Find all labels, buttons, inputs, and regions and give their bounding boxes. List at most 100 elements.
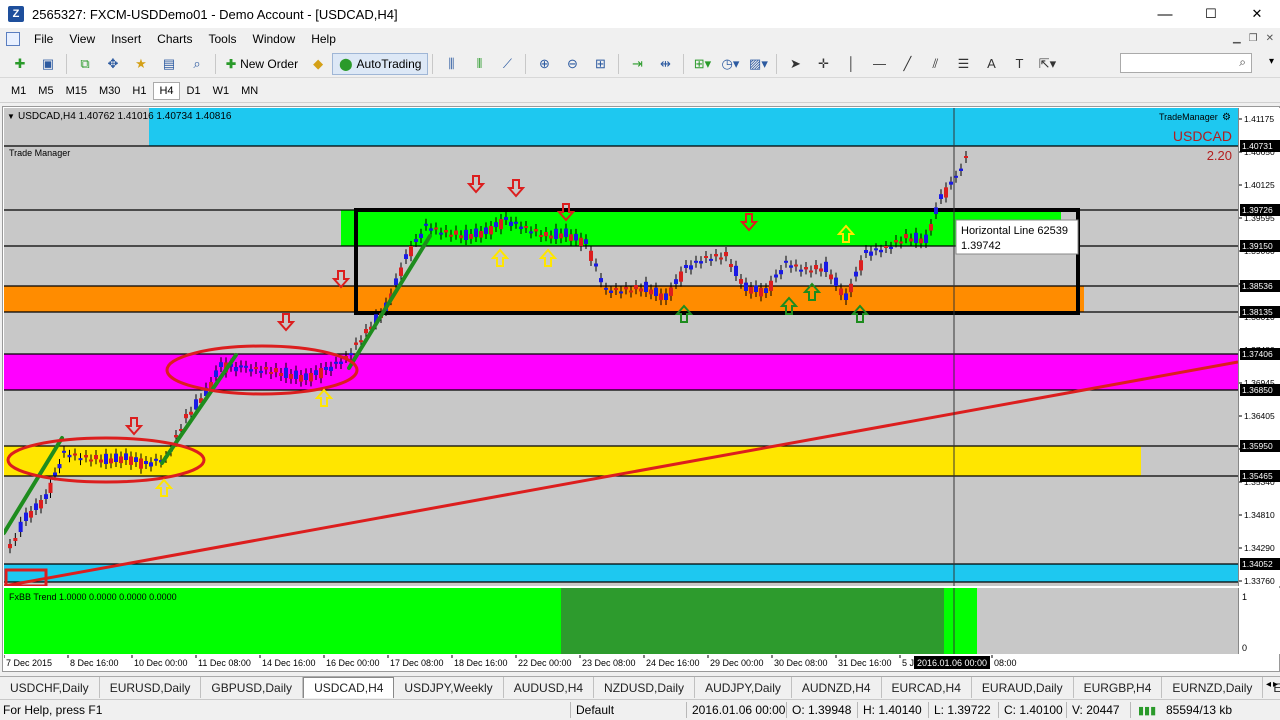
bull-candle	[619, 291, 623, 294]
bull-candle	[424, 223, 428, 226]
bull-candle	[844, 293, 848, 300]
search-icon[interactable]: ⌕	[1239, 55, 1246, 70]
symbol-tab[interactable]: USDCHF,Daily	[0, 677, 100, 698]
symbol-tab[interactable]: EURGBP,H4	[1074, 677, 1163, 698]
timeframe-d1[interactable]: D1	[182, 83, 206, 99]
bear-candle	[569, 234, 573, 241]
symbol-tab[interactable]: USDCAD,H4	[303, 677, 395, 698]
price-label-text: 1.40731	[1242, 141, 1273, 151]
menu-help[interactable]: Help	[303, 28, 344, 50]
tab-scroll-left-icon[interactable]: ◂	[1266, 679, 1271, 690]
symbol-tab[interactable]: AUDJPY,Daily	[695, 677, 792, 698]
menu-view[interactable]: View	[61, 28, 103, 50]
indicator-panel[interactable]: FxBB Trend 1.0000 0.0000 0.0000 0.0000	[4, 588, 1238, 654]
mdi-minimize-icon[interactable]: ▁	[1233, 28, 1241, 50]
symbol-tab[interactable]: NZDUSD,Daily	[594, 677, 696, 698]
bear-candle	[39, 500, 43, 509]
minimize-button[interactable]: —	[1142, 0, 1188, 28]
profiles-icon[interactable]: ▣	[37, 53, 59, 75]
timeframe-w1[interactable]: W1	[208, 83, 235, 99]
indicator-bar-green-right	[944, 588, 977, 654]
autotrading-button[interactable]: ⬤ AutoTrading	[332, 52, 429, 75]
price-chart[interactable]: ▼ USDCAD,H4 1.40762 1.41016 1.40734 1.40…	[4, 108, 1238, 586]
text-icon[interactable]: A	[980, 53, 1002, 75]
symbol-tab[interactable]: GBPUSD,Daily	[201, 677, 304, 698]
bull-candle	[154, 458, 158, 461]
symbol-tab[interactable]: USDJPY,Weekly	[394, 677, 504, 698]
navigator-icon[interactable]: ★	[130, 53, 152, 75]
metaeditor-icon[interactable]: ◆	[307, 53, 329, 75]
menu-tools[interactable]: Tools	[201, 28, 245, 50]
candlestick-icon[interactable]: ⫴	[468, 53, 490, 75]
text-label-icon[interactable]: T	[1008, 53, 1030, 75]
mdi-close-icon[interactable]: ✕	[1266, 28, 1274, 50]
bear-candle	[84, 455, 88, 458]
data-window-icon[interactable]: ✥	[102, 53, 124, 75]
new-order-button[interactable]: ✚ New Order	[220, 53, 304, 75]
bull-candle	[874, 248, 878, 251]
search-input[interactable]	[1120, 53, 1252, 73]
maximize-button[interactable]: ☐	[1188, 0, 1234, 28]
crosshair-icon[interactable]: ✛	[812, 53, 834, 75]
symbol-tab[interactable]: EURCAD,H4	[882, 677, 972, 698]
tester-icon[interactable]: ⌕	[186, 53, 208, 75]
tile-windows-icon[interactable]: ⊞	[589, 53, 611, 75]
menu-insert[interactable]: Insert	[103, 28, 149, 50]
indicators-icon[interactable]: ⊞▾	[691, 53, 713, 75]
timeframe-h1[interactable]: H1	[127, 83, 151, 99]
new-chart-icon[interactable]: ✚	[9, 53, 31, 75]
bull-candle	[464, 229, 468, 240]
line-chart-icon[interactable]: ⟋	[496, 53, 518, 75]
vertical-line-icon[interactable]: │	[840, 53, 862, 75]
bar-chart-icon[interactable]: ⫼	[440, 53, 462, 75]
trade-manager-button[interactable]: TradeManager	[1159, 112, 1218, 122]
chart-shift-icon[interactable]: ⇹	[654, 53, 676, 75]
close-button[interactable]: ✕	[1234, 0, 1280, 28]
search-dropdown-icon[interactable]: ▾	[1269, 56, 1274, 67]
symbol-tab[interactable]: AUDNZD,H4	[792, 677, 882, 698]
symbol-tab[interactable]: EURNZD,Daily	[1162, 677, 1264, 698]
menu-window[interactable]: Window	[245, 28, 304, 50]
timeframe-m1[interactable]: M1	[6, 83, 31, 99]
bull-candle	[404, 254, 408, 259]
symbol-tab[interactable]: EURAUD,Daily	[972, 677, 1074, 698]
symbol-tab[interactable]: EURUSD,Daily	[100, 677, 202, 698]
document-icon[interactable]	[6, 32, 20, 46]
market-watch-icon[interactable]: ⧉	[74, 53, 96, 75]
menu-charts[interactable]: Charts	[149, 28, 200, 50]
equidistant-channel-icon[interactable]: ⫽	[924, 53, 946, 75]
timeframe-m5[interactable]: M5	[33, 83, 58, 99]
horizontal-line-icon[interactable]: —	[868, 53, 890, 75]
price-tick-label: 1.33760	[1244, 576, 1275, 586]
arrows-icon[interactable]: ⇱▾	[1036, 53, 1058, 75]
timeframe-mn[interactable]: MN	[236, 83, 263, 99]
bear-candle	[89, 459, 93, 462]
price-axis[interactable]: 1.411751.406501.401251.395951.390601.385…	[1238, 108, 1280, 586]
bull-candle	[879, 249, 883, 253]
bull-candle	[754, 285, 758, 292]
sell-arrow-icon	[331, 270, 351, 289]
templates-icon[interactable]: ▨▾	[747, 53, 769, 75]
terminal-icon[interactable]: ▤	[158, 53, 180, 75]
menu-file[interactable]: File	[26, 28, 61, 50]
mdi-restore-icon[interactable]: ❐	[1249, 28, 1258, 50]
zoom-in-icon[interactable]: ⊕	[533, 53, 555, 75]
bear-candle	[299, 375, 303, 382]
bull-candle	[939, 194, 943, 199]
auto-scroll-icon[interactable]: ⇥	[626, 53, 648, 75]
fibonacci-icon[interactable]: ☰	[952, 53, 974, 75]
tab-scroll-right-icon[interactable]: ▸	[1273, 679, 1278, 690]
timeframe-m15[interactable]: M15	[61, 83, 92, 99]
periods-icon[interactable]: ◷▾	[719, 53, 741, 75]
timeframe-m30[interactable]: M30	[94, 83, 125, 99]
trade-manager-gear-icon[interactable]: ⚙	[1222, 112, 1231, 123]
symbol-tab[interactable]: AUDUSD,H4	[504, 677, 595, 698]
indicator-bar-dark-green	[561, 588, 944, 654]
zoom-out-icon[interactable]: ⊖	[561, 53, 583, 75]
bear-candle	[539, 235, 543, 237]
trendline-icon[interactable]: ╱	[896, 53, 918, 75]
price-tick-label: 1.40125	[1244, 180, 1275, 190]
timeframe-h4[interactable]: H4	[153, 81, 180, 100]
status-separator	[570, 702, 571, 718]
cursor-icon[interactable]: ➤	[784, 53, 806, 75]
